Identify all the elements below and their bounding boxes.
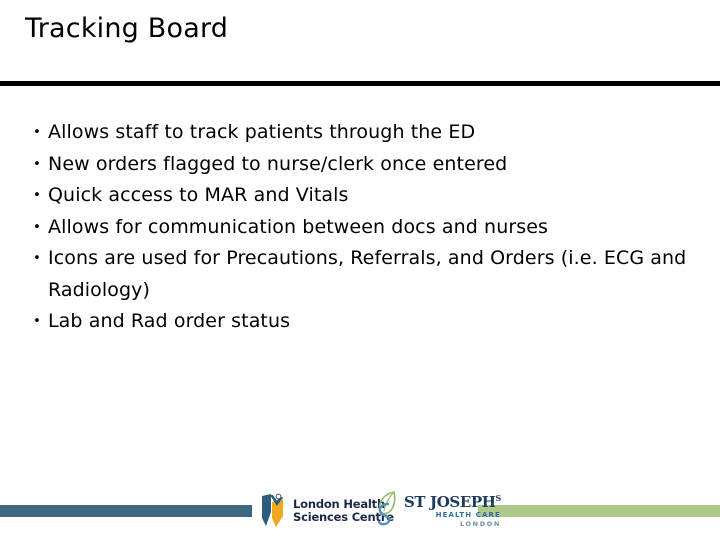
- list-item: • Lab and Rad order status: [26, 306, 696, 338]
- st-josephs-wordmark-line3: LONDON: [460, 520, 501, 529]
- bullet-marker-icon: •: [33, 251, 41, 266]
- st-josephs-wordmark-line1: ST JOSEPHS: [404, 494, 501, 510]
- list-item-label: New orders flagged to nurse/clerk once e…: [48, 152, 508, 175]
- st-josephs-wordmark-line2: HEALTH CARE: [435, 511, 501, 520]
- list-item: • Allows for communication between docs …: [26, 212, 696, 244]
- st-josephs-name: ST JOSEPH: [404, 493, 496, 512]
- st-josephs-wordmark: ST JOSEPHS HEALTH CARE LONDON: [404, 494, 501, 528]
- lhsc-logo-icon: [258, 492, 288, 530]
- bullet-marker-icon: •: [33, 125, 41, 140]
- lhsc-wordmark-line1: London Health: [293, 496, 385, 511]
- list-item: • Allows staff to track patients through…: [26, 117, 696, 149]
- bullet-marker-icon: •: [33, 188, 41, 203]
- list-item-label: Icons are used for Precautions, Referral…: [48, 247, 687, 301]
- page-title: Tracking Board: [25, 13, 229, 44]
- st-josephs-name-suffix: S: [495, 493, 502, 504]
- slide-canvas: Tracking Board • Allows staff to track p…: [0, 0, 720, 540]
- bullet-marker-icon: •: [33, 219, 41, 235]
- london-health-sciences-centre-logo: London Health Sciences Centre: [258, 487, 394, 535]
- list-item: • Icons are used for Precautions, Referr…: [26, 243, 696, 306]
- st-josephs-leaf-icon: [374, 490, 402, 532]
- footer-bar-right: [478, 505, 720, 517]
- bullet-marker-icon: •: [33, 156, 41, 172]
- title-divider: [0, 81, 720, 86]
- list-item: • Quick access to MAR and Vitals: [26, 180, 696, 212]
- list-item-label: Lab and Rad order status: [48, 310, 291, 332]
- bullet-marker-icon: •: [33, 314, 41, 329]
- list-item-label: Quick access to MAR and Vitals: [48, 184, 349, 206]
- list-item: • New orders flagged to nurse/clerk once…: [26, 149, 696, 181]
- list-item-label: Allows staff to track patients through t…: [48, 121, 476, 143]
- bullet-list: • Allows staff to track patients through…: [26, 117, 696, 338]
- footer-bar-left: [0, 505, 252, 517]
- st-josephs-health-care-logo: ST JOSEPHS HEALTH CARE LONDON: [374, 487, 501, 535]
- list-item-label: Allows for communication between docs an…: [48, 215, 549, 238]
